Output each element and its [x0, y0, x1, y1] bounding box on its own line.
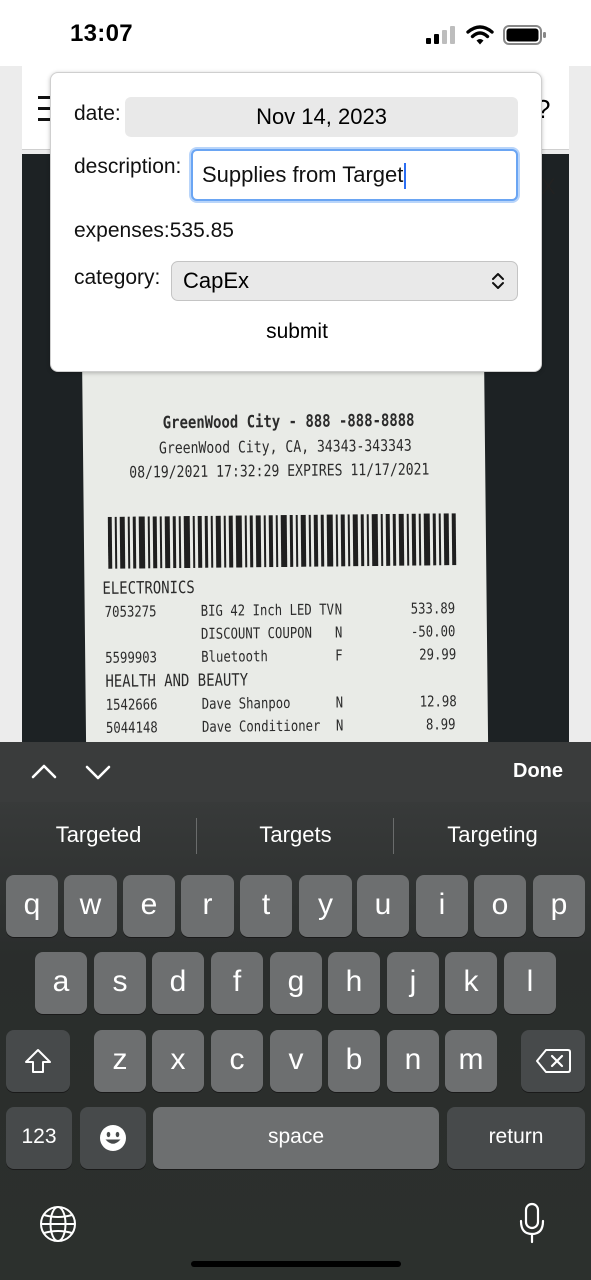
description-value: Supplies from Target: [202, 162, 404, 187]
receipt-item-name: Dave Shanpoo: [201, 693, 291, 713]
receipt-item-name: BIG 42 Inch LED TV: [200, 600, 335, 620]
globe-icon[interactable]: [38, 1204, 78, 1244]
receipt-address: GreenWood City, CA, 34343-343343: [158, 435, 412, 458]
suggestion-item[interactable]: Targeting: [394, 822, 591, 848]
numbers-key[interactable]: 123: [6, 1107, 72, 1169]
category-value: CapEx: [183, 268, 250, 293]
keyboard-toolbar: Done: [0, 742, 591, 802]
receipt-item-flag: N: [334, 623, 343, 642]
receipt-item-sku: 5044148: [105, 718, 158, 737]
done-button[interactable]: Done: [513, 760, 563, 783]
receipt-item-name: Bluetooth: [201, 647, 268, 666]
receipt-barcode: [107, 513, 457, 569]
home-indicator[interactable]: [191, 1261, 401, 1267]
receipt-section-health: HEALTH AND BEAUTY: [105, 670, 249, 692]
receipt-item-name: DISCOUNT COUPON: [200, 623, 313, 643]
key-j[interactable]: j: [387, 952, 439, 1014]
close-icon[interactable]: X: [541, 174, 556, 200]
key-h[interactable]: h: [328, 952, 380, 1014]
shift-icon: [25, 1049, 51, 1073]
status-bar: 13:07: [0, 0, 591, 66]
receipt-item-flag: N: [334, 600, 343, 619]
receipt-item-flag: N: [335, 716, 344, 735]
key-r[interactable]: r: [181, 875, 234, 937]
receipt-datetime: 08/19/2021 17:32:29 EXPIRES 11/17/2021: [129, 459, 430, 482]
receipt-item-price: -50.00: [410, 622, 456, 641]
key-z[interactable]: z: [94, 1030, 146, 1092]
key-o[interactable]: o: [474, 875, 526, 937]
space-key[interactable]: space: [153, 1107, 439, 1169]
key-e[interactable]: e: [123, 875, 175, 937]
key-g[interactable]: g: [270, 952, 322, 1014]
cellular-signal-icon: [426, 26, 455, 44]
key-m[interactable]: m: [445, 1030, 497, 1092]
microphone-icon[interactable]: [518, 1202, 546, 1244]
expenses-row: expenses:535.85: [74, 219, 234, 243]
receipt-item-price: 12.98: [419, 692, 457, 711]
date-picker[interactable]: Nov 14, 2023: [125, 97, 518, 137]
key-s[interactable]: s: [94, 952, 146, 1014]
receipt-store: GreenWood City - 888 -888-8888: [162, 410, 415, 434]
key-v[interactable]: v: [270, 1030, 322, 1092]
key-f[interactable]: f: [211, 952, 263, 1014]
receipt-item-flag: F: [335, 646, 343, 665]
category-select[interactable]: CapEx: [171, 261, 518, 301]
receipt-section-electronics: ELECTRONICS: [102, 577, 195, 599]
expenses-value: 535.85: [169, 219, 234, 242]
key-i[interactable]: i: [416, 875, 468, 937]
expenses-label: expenses:: [74, 219, 170, 242]
text-cursor: [404, 163, 407, 190]
receipt-item-flag: N: [335, 693, 344, 712]
key-y[interactable]: y: [299, 875, 352, 937]
key-c[interactable]: c: [211, 1030, 263, 1092]
suggestion-item[interactable]: Targeted: [0, 822, 197, 848]
receipt-item-sku: 7053275: [104, 602, 157, 621]
date-label: date:: [74, 102, 121, 125]
backspace-key[interactable]: [521, 1030, 585, 1092]
return-key[interactable]: return: [447, 1107, 585, 1169]
key-l[interactable]: l: [504, 952, 556, 1014]
emoji-icon: [100, 1125, 126, 1151]
shift-key[interactable]: [6, 1030, 70, 1092]
receipt-paper: GreenWood City - 888 -888-8888 GreenWood…: [81, 321, 489, 742]
select-chevron-icon: [492, 273, 504, 289]
receipt-item-price: 29.99: [419, 645, 457, 664]
emoji-key[interactable]: [80, 1107, 146, 1169]
key-b[interactable]: b: [328, 1030, 380, 1092]
keyboard: Done Targeted Targets Targeting q w e r …: [0, 742, 591, 1280]
battery-icon: [503, 25, 546, 45]
submit-button[interactable]: submit: [247, 317, 347, 347]
key-x[interactable]: x: [152, 1030, 204, 1092]
key-d[interactable]: d: [152, 952, 204, 1014]
status-time: 13:07: [70, 20, 133, 47]
key-k[interactable]: k: [445, 952, 497, 1014]
key-w[interactable]: w: [64, 875, 117, 937]
category-label: category:: [74, 266, 161, 289]
wifi-icon: [466, 25, 494, 45]
key-n[interactable]: n: [387, 1030, 439, 1092]
description-label: description:: [74, 155, 182, 178]
key-p[interactable]: p: [533, 875, 585, 937]
description-input[interactable]: Supplies from Target: [191, 149, 518, 201]
receipt-item-sku: 1542666: [105, 695, 158, 714]
receipt-item-sku: 5599903: [105, 648, 158, 667]
key-u[interactable]: u: [357, 875, 409, 937]
receipt-item-price: 8.99: [425, 715, 456, 734]
key-q[interactable]: q: [6, 875, 58, 937]
suggestion-item[interactable]: Targets: [197, 822, 394, 848]
receipt-item-name: Dave Conditioner: [201, 716, 321, 736]
chevron-down-icon[interactable]: [84, 758, 112, 786]
backspace-icon: [536, 1049, 571, 1073]
key-a[interactable]: a: [35, 952, 87, 1014]
receipt-item-price: 533.89: [410, 599, 456, 618]
key-t[interactable]: t: [240, 875, 292, 937]
chevron-up-icon[interactable]: [30, 758, 58, 786]
expense-form-popup: date: Nov 14, 2023 description: Supplies…: [50, 72, 542, 372]
